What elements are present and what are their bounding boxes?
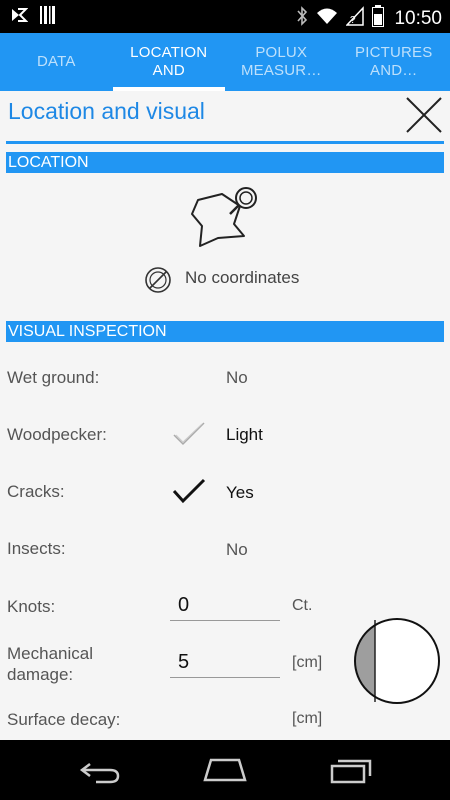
bluetooth-icon [296, 6, 308, 31]
barcode-icon [40, 6, 56, 29]
status-time: 10:50 [394, 7, 442, 29]
tab-data[interactable]: DATA [0, 33, 113, 91]
knots-label: Knots: [7, 597, 56, 616]
home-icon[interactable] [201, 754, 249, 786]
mechanical-damage-unit: [cm] [292, 654, 323, 671]
surface-decay-label: Surface decay: [7, 710, 121, 729]
cracks-label: Cracks: [7, 482, 65, 501]
cracks-check-icon[interactable] [172, 478, 206, 504]
page-header: Location and visual [6, 91, 444, 144]
svg-text:?: ? [350, 15, 356, 26]
surface-decay-unit: [cm] [292, 710, 323, 727]
tab-polux-measurements[interactable]: POLUX MEASUR… [225, 33, 338, 91]
battery-icon [372, 5, 385, 32]
trunk-cross-section-diagram[interactable] [353, 617, 441, 705]
navigation-bar [0, 740, 450, 800]
knots-input[interactable] [170, 594, 288, 617]
knots-field[interactable] [170, 594, 288, 621]
close-icon[interactable] [404, 95, 444, 135]
tab-pictures[interactable]: PICTURES AND… [338, 33, 450, 91]
insects-value[interactable]: No [226, 540, 248, 560]
mechanical-damage-label: Mechanical damage: [7, 644, 93, 684]
status-bar: ? 10:50 [0, 0, 450, 33]
wet-ground-value[interactable]: No [226, 368, 248, 388]
woodpecker-label: Woodpecker: [7, 425, 107, 444]
wet-ground-label: Wet ground: [7, 368, 100, 387]
tab-bar: DATA LOCATION AND POLUX MEASUR… PICTURES… [0, 33, 450, 91]
woodpecker-check-icon[interactable] [172, 421, 206, 447]
insects-label: Insects: [7, 539, 66, 558]
content: Location and visual LOCATION No coordina… [0, 91, 450, 740]
location-section-header: LOCATION [6, 152, 444, 173]
signal-icon: ? [345, 6, 365, 31]
wifi-icon [316, 7, 338, 30]
back-icon[interactable] [76, 754, 124, 786]
mechanical-damage-field[interactable] [170, 651, 288, 678]
no-coordinates-icon [145, 267, 171, 293]
cracks-value[interactable]: Yes [226, 483, 254, 503]
woodpecker-value[interactable]: Light [226, 425, 263, 445]
visual-section-header: VISUAL INSPECTION [6, 321, 444, 342]
no-coordinates-text: No coordinates [185, 268, 300, 287]
map-pin-icon[interactable] [188, 186, 260, 248]
knots-unit: Ct. [292, 597, 313, 614]
tab-location[interactable]: LOCATION AND [112, 33, 226, 91]
page-title: Location and visual [8, 98, 205, 124]
mechanical-damage-input[interactable] [170, 651, 288, 674]
recent-apps-icon[interactable] [326, 754, 374, 786]
app-notification-icon [10, 6, 29, 29]
